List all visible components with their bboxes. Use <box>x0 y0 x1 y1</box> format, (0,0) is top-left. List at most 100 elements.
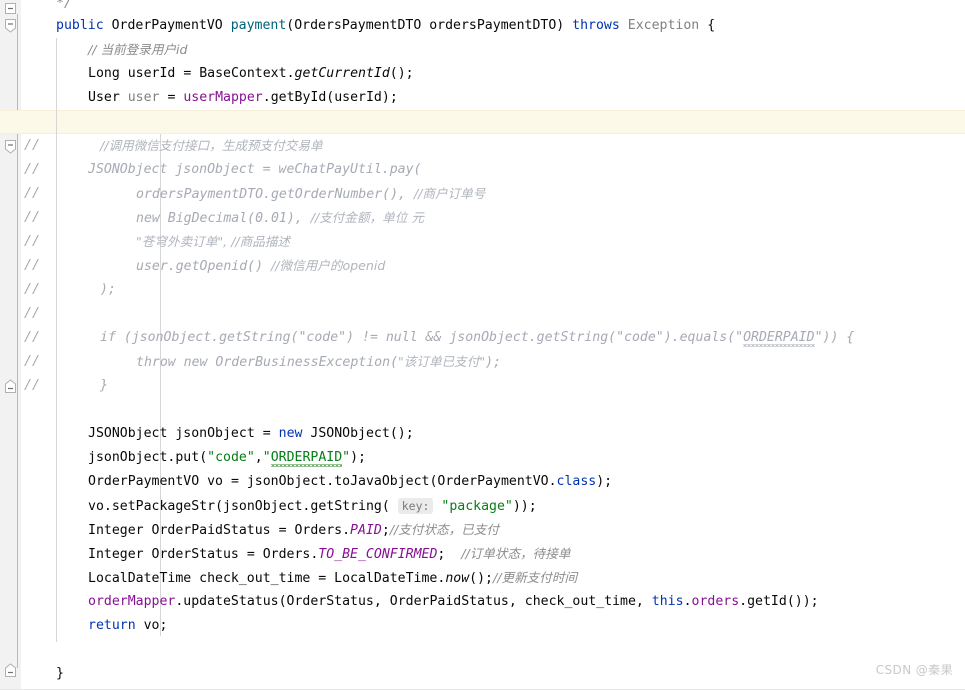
assign-op: = <box>167 90 176 105</box>
comment-marker: // <box>24 210 40 225</box>
comment-marker: // <box>24 306 40 321</box>
code-line-disabled[interactable]: // if (jsonObject.getString("code") != n… <box>0 326 965 350</box>
code-line[interactable]: vo.setPackageStr(jsonObject.getString( k… <box>0 494 965 518</box>
keyword-class: class <box>556 474 597 489</box>
keyword-return: return <box>88 618 136 633</box>
code-line[interactable]: jsonObject.put("code","ORDERPAID"); <box>0 446 965 470</box>
line-text: JSONObject jsonObject = weChatPayUtil.pa… <box>88 162 422 177</box>
call-arg: OrderStatus <box>286 594 374 609</box>
code-part: ); <box>485 355 502 370</box>
string-literal: "code" <box>207 450 255 465</box>
code-content[interactable]: */ public OrderPaymentVO payment(OrdersP… <box>0 0 965 690</box>
static-method-call: now <box>445 571 470 586</box>
inline-comment: //微信用户的openid <box>270 258 386 273</box>
closing-brace: } <box>56 666 64 681</box>
code-line-disabled[interactable]: // ); <box>0 278 965 302</box>
line-text: return vo; <box>88 618 168 633</box>
line-tail: (); <box>389 426 414 441</box>
line-text: Integer OrderPaidStatus = Orders.PAID;//… <box>88 522 500 538</box>
line-tail: (); <box>389 66 414 81</box>
code-part: ordersPaymentDTO.getOrderNumber(), <box>136 187 414 202</box>
field-ref: orders <box>691 594 740 609</box>
code-part: throw new OrderBusinessException( <box>136 355 399 370</box>
method-call: updateStatus <box>183 594 279 609</box>
keyword-throws: throws <box>572 18 620 33</box>
call-arg: OrderPaidStatus <box>389 594 509 609</box>
inline-comment: //商品描述 <box>231 234 291 249</box>
line-tail: ); <box>596 474 613 489</box>
string-literal: "该订单已支付" <box>398 354 486 369</box>
inline-comment: //订单状态，待接单 <box>461 546 571 561</box>
code-part: ")) { <box>814 330 855 345</box>
constructor-call: JSONObject <box>310 426 390 441</box>
code-line-disabled[interactable]: // throw new OrderBusinessException("该订单… <box>0 350 965 374</box>
code-line[interactable]: // 当前登录用户id <box>0 38 965 62</box>
parameter-hint-chip: key: <box>397 498 434 514</box>
var-name: OrderStatus <box>151 547 239 562</box>
line-text: //调用微信支付接口，生成预支付交易单 <box>100 138 323 153</box>
comment-marker: // <box>24 234 40 249</box>
line-tail: ); <box>381 90 398 105</box>
code-line[interactable]: Integer OrderStatus = Orders.TO_BE_CONFI… <box>0 542 965 566</box>
code-line[interactable]: OrderPaymentVO vo = jsonObject.toJavaObj… <box>0 470 965 494</box>
code-line-disabled[interactable]: // ordersPaymentDTO.getOrderNumber(), //… <box>0 182 965 206</box>
typo-word: ORDERPAID <box>743 330 815 345</box>
class-ref: Orders <box>262 547 311 562</box>
code-line[interactable]: User user = userMapper.getById(userId); <box>0 86 965 110</box>
line-text: user.getOpenid() //微信用户的openid <box>136 254 385 279</box>
inline-comment: //商户订单号 <box>413 186 486 201</box>
call-arg: userId <box>334 90 382 105</box>
line-text: } <box>100 378 108 393</box>
var-name: jsonObject <box>175 426 255 441</box>
code-part: if (jsonObject.getString("code") != null… <box>100 330 744 345</box>
code-line[interactable]: JSONObject jsonObject = new JSONObject()… <box>0 422 965 446</box>
assign-op: = <box>183 66 192 81</box>
line-tail: ); <box>350 450 366 465</box>
code-editor[interactable]: */ public OrderPaymentVO payment(OrdersP… <box>0 0 965 690</box>
object-ref: jsonObject <box>246 474 327 489</box>
code-line-disabled[interactable]: // new BigDecimal(0.01), //支付金额，单位 元 <box>0 206 965 230</box>
keyword-public: public <box>56 18 104 33</box>
code-line[interactable]: } <box>0 662 965 686</box>
code-line[interactable]: public OrderPaymentVO payment(OrdersPaym… <box>0 14 965 38</box>
code-line-disabled[interactable]: // } <box>0 374 965 398</box>
var-name: check_out_time <box>199 571 311 586</box>
class-ref: BaseContext <box>199 66 287 81</box>
line-text: LocalDateTime check_out_time = LocalDate… <box>88 570 578 586</box>
code-line-disabled[interactable]: // "苍穹外卖订单", //商品描述 <box>0 230 965 254</box>
object-ref: vo <box>88 499 104 514</box>
code-line[interactable]: return vo; <box>0 614 965 638</box>
var-type: OrderPaymentVO <box>88 474 200 489</box>
object-ref: jsonObject <box>223 499 303 514</box>
class-ref: LocalDateTime <box>334 571 438 586</box>
comment-marker: // <box>24 162 40 177</box>
inline-comment: //支付状态，已支付 <box>389 522 500 537</box>
inline-comment: //支付金额，单位 元 <box>310 210 424 225</box>
string-literal: "ORDERPAID" <box>262 450 351 465</box>
method-name: payment <box>230 18 287 33</box>
code-line-disabled[interactable]: // //调用微信支付接口，生成预支付交易单 <box>0 134 965 158</box>
static-constant: PAID <box>350 523 382 538</box>
param-name: ordersPaymentDTO <box>429 18 557 33</box>
line-text: public OrderPaymentVO payment(OrdersPaym… <box>56 18 716 33</box>
var-name: vo <box>143 618 160 633</box>
exception-type: Exception <box>627 18 700 33</box>
comment-marker: // <box>24 186 40 201</box>
code-line[interactable]: Integer OrderPaidStatus = Orders.PAID;//… <box>0 518 965 542</box>
code-part: new BigDecimal(0.01), <box>136 211 311 226</box>
code-line-disabled[interactable]: // user.getOpenid() //微信用户的openid <box>0 254 965 278</box>
keyword-this: this <box>651 594 684 609</box>
return-type: OrderPaymentVO <box>111 18 223 33</box>
line-text: vo.setPackageStr(jsonObject.getString( k… <box>88 498 537 514</box>
line-text: new BigDecimal(0.01), //支付金额，单位 元 <box>136 206 424 231</box>
open-brace: { <box>707 18 716 33</box>
object-ref: jsonObject <box>88 450 168 465</box>
csdn-watermark: CSDN @秦果 <box>875 663 953 677</box>
code-line[interactable]: orderMapper.updateStatus(OrderStatus, Or… <box>0 590 965 614</box>
code-line[interactable]: LocalDateTime check_out_time = LocalDate… <box>0 566 965 590</box>
code-line[interactable]: Long userId = BaseContext.getCurrentId()… <box>0 62 965 86</box>
line-text: Integer OrderStatus = Orders.TO_BE_CONFI… <box>88 546 571 562</box>
code-line-disabled[interactable]: // JSONObject jsonObject = weChatPayUtil… <box>0 158 965 182</box>
comment-marker: // <box>24 330 40 345</box>
code-line-disabled[interactable]: // <box>0 302 965 326</box>
